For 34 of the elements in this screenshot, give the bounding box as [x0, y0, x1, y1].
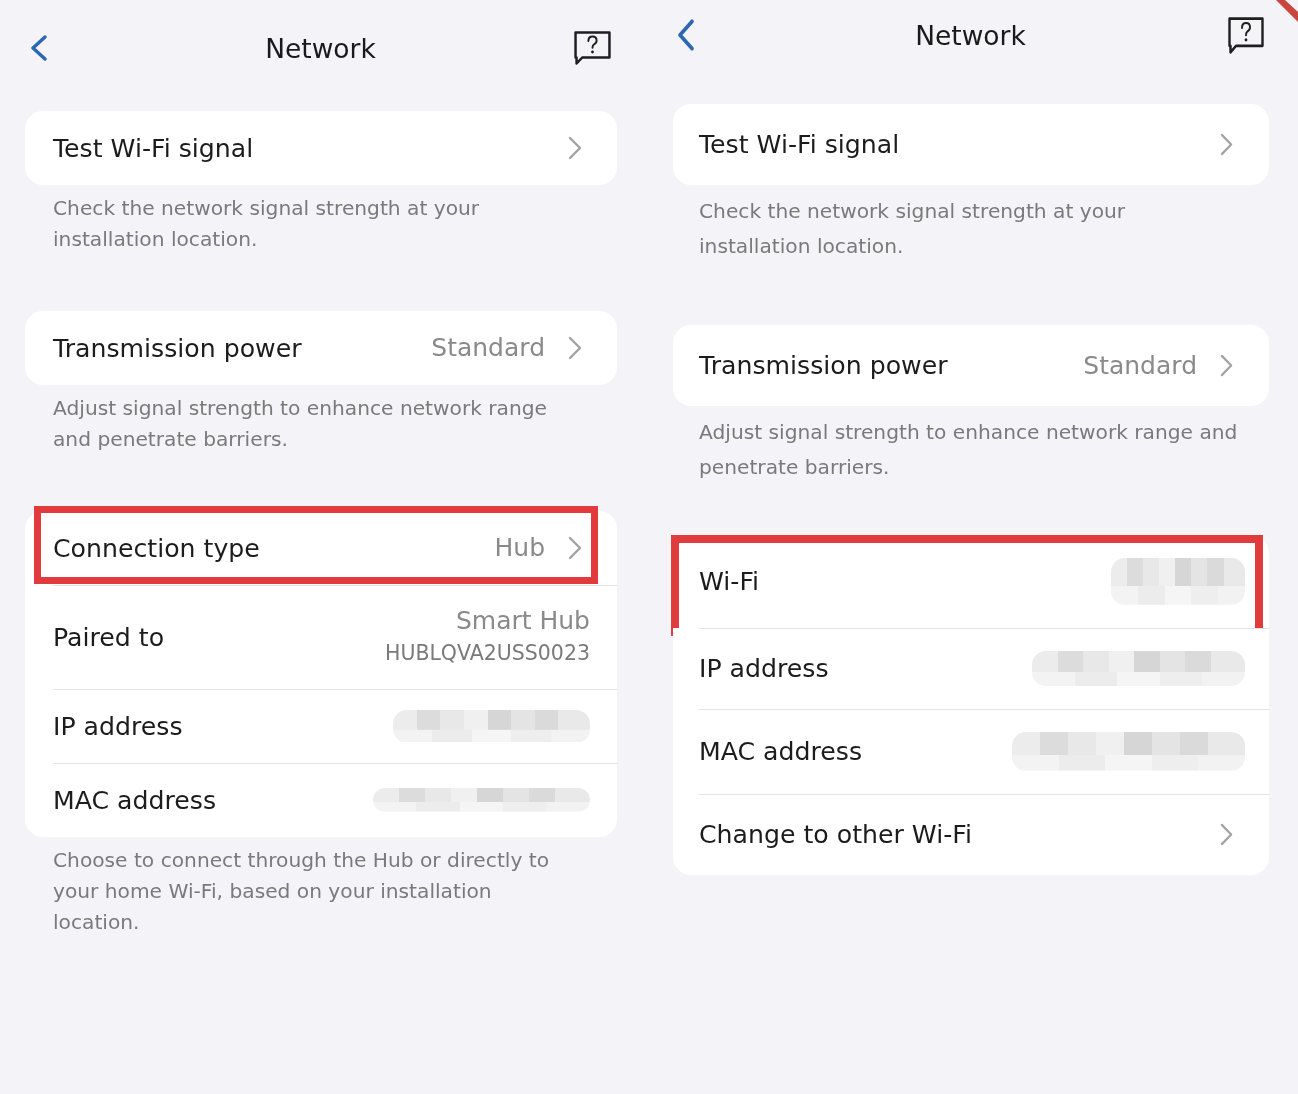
- chevron-right-icon: [568, 136, 582, 160]
- chevron-right-icon: [1220, 823, 1233, 846]
- row-label: MAC address: [699, 737, 863, 766]
- back-icon[interactable]: [677, 19, 695, 51]
- back-icon[interactable]: [30, 35, 48, 61]
- section-note: Adjust signal strength to enhance network range and penetrate barriers.: [52, 395, 548, 453]
- row-label: MAC address: [53, 785, 217, 815]
- item-value: Standard: [1083, 349, 1197, 382]
- chevron-right-icon: [1220, 133, 1233, 156]
- chevron-right-icon: [1220, 354, 1233, 377]
- list-item[interactable]: Test Wi-Fi signal: [673, 104, 1269, 185]
- row-label: IP address: [53, 711, 183, 741]
- section-note: Adjust signal strength to enhance network range and penetrate barriers.: [698, 419, 1239, 481]
- list-item[interactable]: Transmission power Standard: [25, 311, 617, 385]
- list-item[interactable]: Change to other Wi-Fi: [673, 794, 1269, 875]
- section-note: Choose to connect through the Hub or directly to your home Wi-Fi, based on your installation location.: [52, 847, 551, 936]
- list-item[interactable]: Test Wi-Fi signal: [25, 111, 617, 185]
- item-subvalue: HUBLQVA2USS0023: [384, 640, 590, 667]
- item-value: Hub: [494, 532, 545, 564]
- chevron-right-icon: [568, 336, 582, 360]
- row-label: IP address: [699, 654, 829, 683]
- page-title: Network: [915, 19, 1026, 51]
- list-item[interactable]: Transmission power Standard: [673, 325, 1269, 406]
- section-note: Check the network signal strength at your installation location.: [52, 195, 481, 253]
- help-icon[interactable]: [574, 31, 611, 65]
- section-note: Check the network signal strength at your installation location.: [698, 198, 1127, 260]
- item-value: Standard: [431, 332, 545, 364]
- chevron-right-icon: [568, 536, 582, 560]
- corner-ribbon-icon: [1276, 0, 1298, 22]
- row-label: Paired to: [53, 622, 165, 652]
- item-value: Smart Hub: [455, 605, 590, 637]
- page-title: Network: [265, 32, 376, 64]
- help-icon[interactable]: [1228, 16, 1264, 54]
- row-label: Wi-Fi: [699, 567, 760, 596]
